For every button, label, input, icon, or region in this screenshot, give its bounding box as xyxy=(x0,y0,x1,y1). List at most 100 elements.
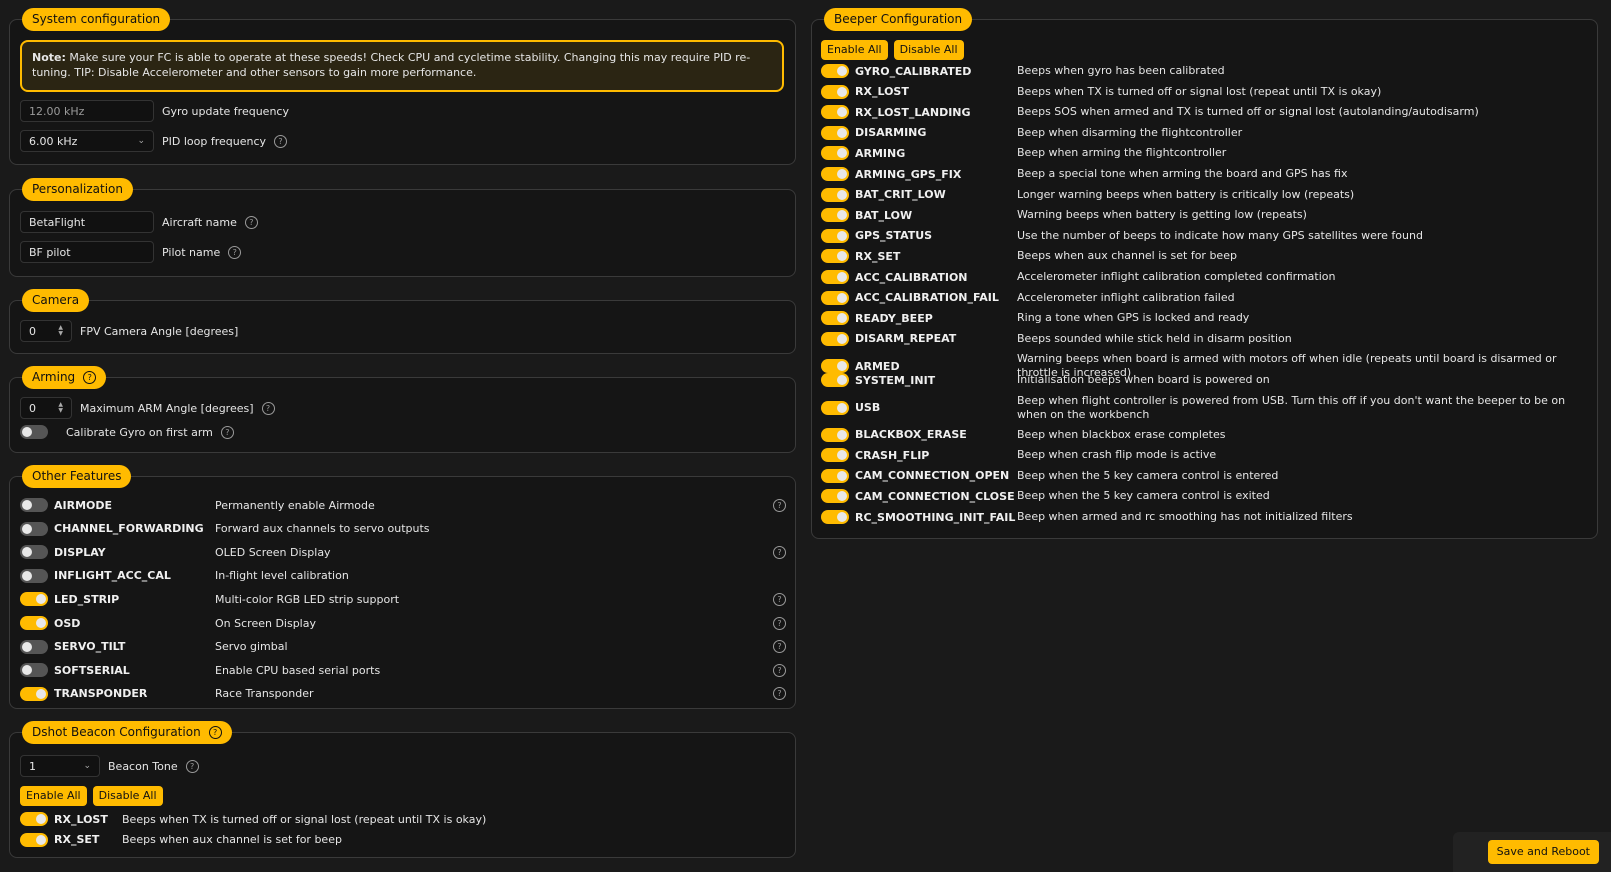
feature-name: INFLIGHT_ACC_CAL xyxy=(54,569,171,583)
question-circle-icon[interactable]: ? xyxy=(261,401,275,415)
dshot-disable-all-button[interactable]: Disable All xyxy=(92,786,163,806)
dshot-row: RX_SET Beeps when aux channel is set for … xyxy=(20,832,342,847)
feature-toggle[interactable] xyxy=(20,663,48,678)
beeper-name: BAT_LOW xyxy=(855,208,913,222)
gyro-frequency-label: Gyro update frequency xyxy=(162,104,289,118)
beeper-toggle[interactable] xyxy=(821,105,849,120)
pilot-name-input[interactable]: BF pilot xyxy=(20,241,154,263)
question-circle-icon[interactable]: ? xyxy=(185,759,199,773)
question-circle-icon[interactable]: ? xyxy=(244,215,258,229)
camera-title: Camera xyxy=(32,293,80,307)
beeper-toggle[interactable] xyxy=(821,228,849,243)
feature-toggle[interactable] xyxy=(20,545,48,560)
question-circle-icon[interactable]: ? xyxy=(773,545,786,559)
feature-toggle[interactable] xyxy=(20,568,48,583)
question-circle-icon[interactable]: ? xyxy=(220,425,234,439)
feature-toggle[interactable] xyxy=(20,639,48,654)
question-circle-icon[interactable]: ? xyxy=(274,134,288,148)
system-config-title: System configuration xyxy=(32,12,161,26)
feature-toggle[interactable] xyxy=(20,686,48,701)
feature-description: OLED Screen Display xyxy=(215,545,331,559)
beeper-toggle[interactable] xyxy=(821,373,849,387)
beacon-tone-row: 1 ⌄ Beacon Tone ? xyxy=(20,755,199,777)
beeper-toggle[interactable] xyxy=(821,270,849,284)
pilot-name-value: BF pilot xyxy=(29,245,71,259)
question-circle-icon[interactable]: ? xyxy=(83,371,97,384)
spinner-arrows-icon[interactable]: ▲ ▼ xyxy=(58,325,63,337)
feature-toggle[interactable] xyxy=(20,616,48,630)
beeper-toggle[interactable] xyxy=(821,167,849,181)
camera-legend: Camera xyxy=(22,289,90,312)
question-circle-icon[interactable]: ? xyxy=(773,498,786,512)
beeper-toggle[interactable] xyxy=(821,331,849,346)
question-circle-icon[interactable]: ? xyxy=(773,687,786,701)
beeper-name: CAM_CONNECTION_OPEN xyxy=(855,469,1010,483)
beeper-toggle[interactable] xyxy=(821,311,849,326)
beeper-row: ACC_CALIBRATION Accelerometer inflight ca… xyxy=(821,270,1587,284)
beeper-row: GPS_STATUS Use the number of beeps to ind… xyxy=(821,228,1587,243)
beeper-toggle[interactable] xyxy=(821,84,849,99)
feature-toggle[interactable] xyxy=(20,498,48,512)
feature-name: CHANNEL_FORWARDING xyxy=(54,522,204,536)
beeper-toggle[interactable] xyxy=(821,64,849,78)
question-circle-icon[interactable]: ? xyxy=(773,616,786,630)
question-circle-icon[interactable]: ? xyxy=(228,245,242,259)
pid-frequency-select[interactable]: 6.00 kHz ⌄ xyxy=(20,130,154,152)
max-arm-angle-label: Maximum ARM Angle [degrees] xyxy=(80,401,254,415)
feature-toggle[interactable] xyxy=(20,592,48,607)
beeper-toggle[interactable] xyxy=(821,125,849,140)
beeper-name: ACC_CALIBRATION xyxy=(855,270,968,284)
gyro-frequency-field[interactable]: 12.00 kHz xyxy=(20,100,154,122)
beeper-toggle[interactable] xyxy=(821,400,849,415)
feature-row: LED_STRIP Multi-color RGB LED strip suppo… xyxy=(20,592,786,607)
beeper-toggle[interactable] xyxy=(821,510,849,524)
beeper-enable-all-button[interactable]: Enable All xyxy=(821,40,888,60)
calibrate-gyro-toggle[interactable] xyxy=(20,425,48,439)
beeper-name: ARMING xyxy=(855,146,906,160)
save-reboot-button[interactable]: Save and Reboot xyxy=(1487,840,1599,864)
beacon-tone-label: Beacon Tone xyxy=(108,759,178,773)
feature-toggle[interactable] xyxy=(20,521,48,536)
beeper-toggle[interactable] xyxy=(821,359,849,374)
beeper-row: RX_LOST Beeps when TX is turned off or si… xyxy=(821,84,1587,99)
beacon-tone-select[interactable]: 1 ⌄ xyxy=(20,755,100,777)
beeper-legend: Beeper Configuration xyxy=(824,8,973,31)
beeper-toggle[interactable] xyxy=(821,146,849,161)
beeper-toggle[interactable] xyxy=(821,448,849,463)
aircraft-name-input[interactable]: BetaFlight xyxy=(20,211,154,233)
beeper-toggle[interactable] xyxy=(821,468,849,483)
other-features-legend: Other Features xyxy=(22,465,132,488)
question-circle-icon[interactable]: ? xyxy=(773,663,786,677)
beeper-name: BAT_CRIT_LOW xyxy=(855,188,946,202)
beeper-row: RC_SMOOTHING_INIT_FAIL Beep when armed an… xyxy=(821,510,1587,524)
beeper-toggle[interactable] xyxy=(821,290,849,305)
beeper-name: GPS_STATUS xyxy=(855,229,933,243)
beeper-description: Beeps sounded while stick held in disarm… xyxy=(1017,331,1292,345)
beeper-toggle[interactable] xyxy=(821,187,849,202)
beeper-name: CAM_CONNECTION_CLOSE xyxy=(855,489,1015,503)
feature-description: Enable CPU based serial ports xyxy=(215,663,381,677)
dshot-enable-all-button[interactable]: Enable All xyxy=(20,786,87,806)
beeper-description: Accelerometer inflight calibration compl… xyxy=(1017,270,1336,283)
dshot-row: RX_LOST Beeps when TX is turned off or si… xyxy=(20,812,486,826)
beeper-description: Warning beeps when battery is getting lo… xyxy=(1017,208,1307,222)
beeper-row: DISARM_REPEAT Beeps sounded while stick h… xyxy=(821,331,1587,346)
camera-angle-stepper[interactable]: 0 ▲ ▼ xyxy=(20,320,72,342)
beeper-toggle[interactable] xyxy=(821,489,849,504)
beeper-disable-all-button[interactable]: Disable All xyxy=(893,40,964,60)
feature-row: DISPLAY OLED Screen Display? xyxy=(20,545,786,560)
max-arm-angle-stepper[interactable]: 0 ▲ ▼ xyxy=(20,397,72,419)
feature-description: Servo gimbal xyxy=(215,640,288,654)
question-circle-icon[interactable]: ? xyxy=(773,640,786,654)
beeper-name: ARMING_GPS_FIX xyxy=(855,167,962,181)
beeper-toggle[interactable] xyxy=(821,427,849,442)
question-circle-icon[interactable]: ? xyxy=(208,726,222,739)
question-circle-icon[interactable]: ? xyxy=(773,592,786,606)
beeper-row: ACC_CALIBRATION_FAIL Accelerometer inflig… xyxy=(821,290,1587,305)
dshot-toggle[interactable] xyxy=(20,812,48,826)
beeper-toggle[interactable] xyxy=(821,249,849,264)
pilot-row: BF pilot Pilot name ? xyxy=(20,241,242,263)
dshot-toggle[interactable] xyxy=(20,832,48,847)
spinner-arrows-icon[interactable]: ▲ ▼ xyxy=(58,402,63,414)
beeper-toggle[interactable] xyxy=(821,208,849,223)
